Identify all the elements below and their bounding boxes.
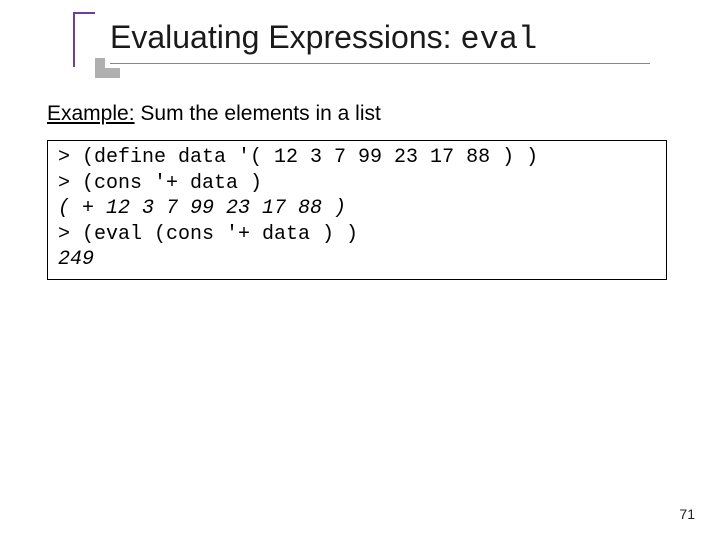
title-prefix: Evaluating Expressions: (110, 19, 460, 55)
slide: Evaluating Expressions: eval Example: Su… (0, 0, 720, 540)
code-line-3: ( + 12 3 7 99 23 17 88 ) (58, 197, 346, 220)
code-line-5: 249 (58, 248, 94, 271)
code-line-2: > (cons '+ data ) (58, 172, 262, 195)
example-label: Example: (47, 102, 135, 125)
title-block: Evaluating Expressions: eval (110, 20, 660, 64)
code-line-4: > (eval (cons '+ data ) ) (58, 223, 358, 246)
example-line: Example: Sum the elements in a list (47, 102, 381, 126)
code-box: > (define data '( 12 3 7 99 23 17 88 ) )… (47, 140, 667, 280)
accent-grey-horizontal (95, 68, 120, 78)
slide-title: Evaluating Expressions: eval (110, 20, 660, 63)
title-mono: eval (460, 21, 537, 58)
code-line-1: > (define data '( 12 3 7 99 23 17 88 ) ) (58, 146, 538, 169)
page-number: 71 (679, 506, 695, 522)
title-underline (110, 63, 650, 64)
accent-bar-left (73, 12, 75, 67)
example-text: Sum the elements in a list (135, 102, 381, 125)
accent-bar-top (73, 12, 95, 14)
